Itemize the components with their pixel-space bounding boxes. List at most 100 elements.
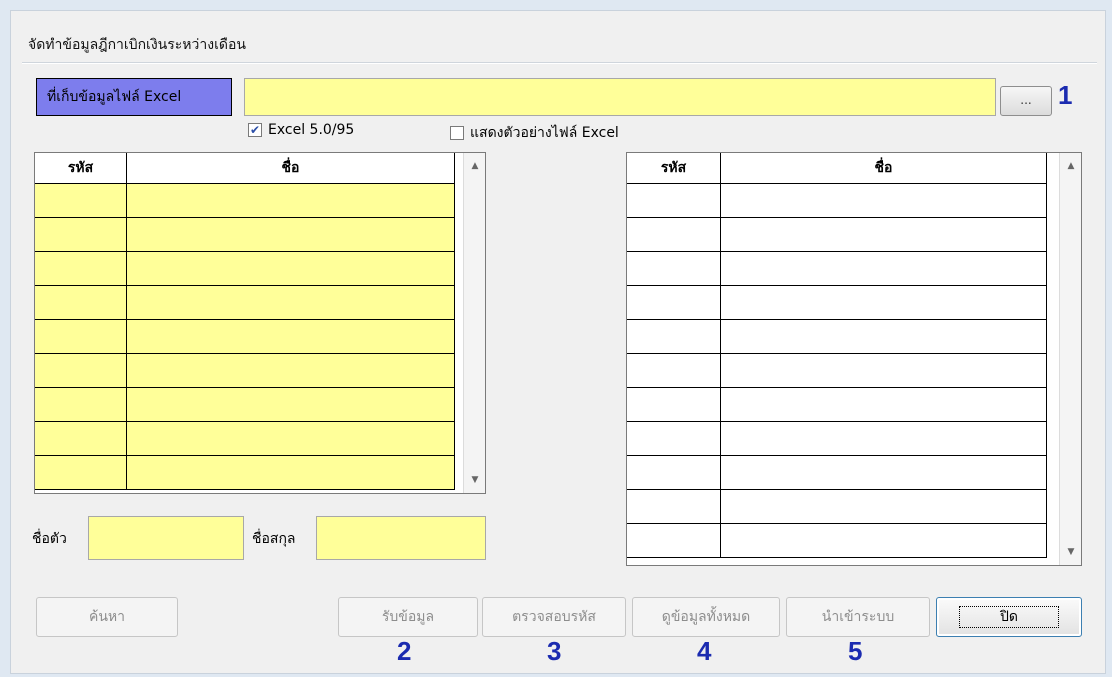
code-cell[interactable] bbox=[627, 354, 721, 387]
last-name-label: ชื่อสกุล bbox=[252, 531, 296, 547]
excel-file-path-input[interactable] bbox=[244, 78, 996, 116]
preview-excel-checkbox[interactable]: แสดงตัวอย่างไฟล์ Excel bbox=[450, 122, 619, 144]
step-number-3: 3 bbox=[547, 636, 562, 666]
col-header-code[interactable]: รหัส bbox=[627, 153, 721, 183]
close-button[interactable]: ปิด bbox=[936, 597, 1082, 637]
name-cell[interactable] bbox=[127, 354, 455, 387]
check-icon: ✔ bbox=[248, 123, 262, 137]
code-cell[interactable] bbox=[627, 320, 721, 353]
name-cell[interactable] bbox=[127, 218, 455, 251]
name-cell[interactable] bbox=[721, 184, 1047, 217]
table-row[interactable] bbox=[35, 286, 455, 320]
table-row[interactable] bbox=[627, 490, 1047, 524]
code-cell[interactable] bbox=[35, 388, 127, 421]
check-code-button[interactable]: ตรวจสอบรหัส bbox=[482, 597, 626, 637]
table-row[interactable] bbox=[35, 388, 455, 422]
col-header-name[interactable]: ชื่อ bbox=[127, 153, 455, 183]
code-cell[interactable] bbox=[627, 218, 721, 251]
code-cell[interactable] bbox=[35, 218, 127, 251]
name-cell[interactable] bbox=[127, 422, 455, 455]
browse-button[interactable]: ... bbox=[1000, 86, 1052, 116]
table-row[interactable] bbox=[627, 320, 1047, 354]
table-row[interactable] bbox=[627, 456, 1047, 490]
name-cell[interactable] bbox=[721, 354, 1047, 387]
table-row[interactable] bbox=[627, 354, 1047, 388]
system-data-grid[interactable]: รหัส ชื่อ ▲ ▼ bbox=[626, 152, 1082, 566]
step-number-2: 2 bbox=[397, 636, 412, 666]
name-cell[interactable] bbox=[721, 218, 1047, 251]
code-cell[interactable] bbox=[35, 320, 127, 353]
table-row[interactable] bbox=[627, 218, 1047, 252]
scroll-up-icon[interactable]: ▲ bbox=[464, 161, 485, 171]
table-row[interactable] bbox=[627, 388, 1047, 422]
scroll-down-icon[interactable]: ▼ bbox=[1060, 547, 1081, 557]
code-cell[interactable] bbox=[35, 456, 127, 489]
scroll-up-icon[interactable]: ▲ bbox=[1060, 161, 1081, 171]
name-cell[interactable] bbox=[127, 252, 455, 285]
step-number-1: 1 bbox=[1058, 80, 1073, 110]
code-cell[interactable] bbox=[627, 456, 721, 489]
excel-grid-header: รหัส ชื่อ bbox=[35, 153, 455, 184]
code-cell[interactable] bbox=[35, 354, 127, 387]
name-cell[interactable] bbox=[721, 456, 1047, 489]
scroll-down-icon[interactable]: ▼ bbox=[464, 475, 485, 485]
table-row[interactable] bbox=[627, 184, 1047, 218]
title-divider bbox=[22, 62, 1097, 64]
excel95-label: Excel 5.0/95 bbox=[268, 122, 355, 138]
table-row[interactable] bbox=[627, 524, 1047, 558]
code-cell[interactable] bbox=[627, 388, 721, 421]
name-cell[interactable] bbox=[721, 422, 1047, 455]
code-cell[interactable] bbox=[627, 422, 721, 455]
name-cell[interactable] bbox=[721, 286, 1047, 319]
name-cell[interactable] bbox=[721, 252, 1047, 285]
code-cell[interactable] bbox=[35, 422, 127, 455]
system-grid-header: รหัส ชื่อ bbox=[627, 153, 1047, 184]
first-name-label: ชื่อตัว bbox=[32, 531, 67, 547]
step-number-5: 5 bbox=[848, 636, 863, 666]
excel-grid-scrollbar[interactable]: ▲ ▼ bbox=[463, 153, 485, 493]
name-cell[interactable] bbox=[127, 184, 455, 217]
excel-file-label: ที่เก็บข้อมูลไฟล์ Excel bbox=[36, 78, 232, 116]
code-cell[interactable] bbox=[35, 252, 127, 285]
name-cell[interactable] bbox=[721, 388, 1047, 421]
close-button-label: ปิด bbox=[959, 606, 1059, 628]
excel-grid-rows bbox=[35, 184, 455, 490]
code-cell[interactable] bbox=[627, 524, 721, 557]
code-cell[interactable] bbox=[627, 490, 721, 523]
table-row[interactable] bbox=[35, 354, 455, 388]
name-cell[interactable] bbox=[721, 320, 1047, 353]
table-row[interactable] bbox=[627, 252, 1047, 286]
system-grid-scrollbar[interactable]: ▲ ▼ bbox=[1059, 153, 1081, 565]
view-all-button[interactable]: ดูข้อมูลทั้งหมด bbox=[632, 597, 780, 637]
excel-data-grid[interactable]: รหัส ชื่อ ▲ ▼ bbox=[34, 152, 486, 494]
search-button[interactable]: ค้นหา bbox=[36, 597, 178, 637]
code-cell[interactable] bbox=[35, 286, 127, 319]
code-cell[interactable] bbox=[35, 184, 127, 217]
excel95-checkbox[interactable]: ✔ Excel 5.0/95 bbox=[248, 122, 354, 138]
name-cell[interactable] bbox=[127, 456, 455, 489]
name-cell[interactable] bbox=[721, 490, 1047, 523]
table-row[interactable] bbox=[627, 422, 1047, 456]
table-row[interactable] bbox=[35, 422, 455, 456]
name-cell[interactable] bbox=[127, 320, 455, 353]
last-name-input[interactable] bbox=[316, 516, 486, 560]
table-row[interactable] bbox=[627, 286, 1047, 320]
name-cell[interactable] bbox=[721, 524, 1047, 557]
code-cell[interactable] bbox=[627, 286, 721, 319]
code-cell[interactable] bbox=[627, 184, 721, 217]
table-row[interactable] bbox=[35, 218, 455, 252]
code-cell[interactable] bbox=[627, 252, 721, 285]
table-row[interactable] bbox=[35, 320, 455, 354]
table-row[interactable] bbox=[35, 184, 455, 218]
col-header-code[interactable]: รหัส bbox=[35, 153, 127, 183]
step-number-4: 4 bbox=[697, 636, 712, 666]
table-row[interactable] bbox=[35, 456, 455, 490]
name-cell[interactable] bbox=[127, 286, 455, 319]
col-header-name[interactable]: ชื่อ bbox=[721, 153, 1047, 183]
system-grid-rows bbox=[627, 184, 1047, 558]
import-button[interactable]: นำเข้าระบบ bbox=[786, 597, 930, 637]
first-name-input[interactable] bbox=[88, 516, 244, 560]
name-cell[interactable] bbox=[127, 388, 455, 421]
get-data-button[interactable]: รับข้อมูล bbox=[338, 597, 478, 637]
table-row[interactable] bbox=[35, 252, 455, 286]
